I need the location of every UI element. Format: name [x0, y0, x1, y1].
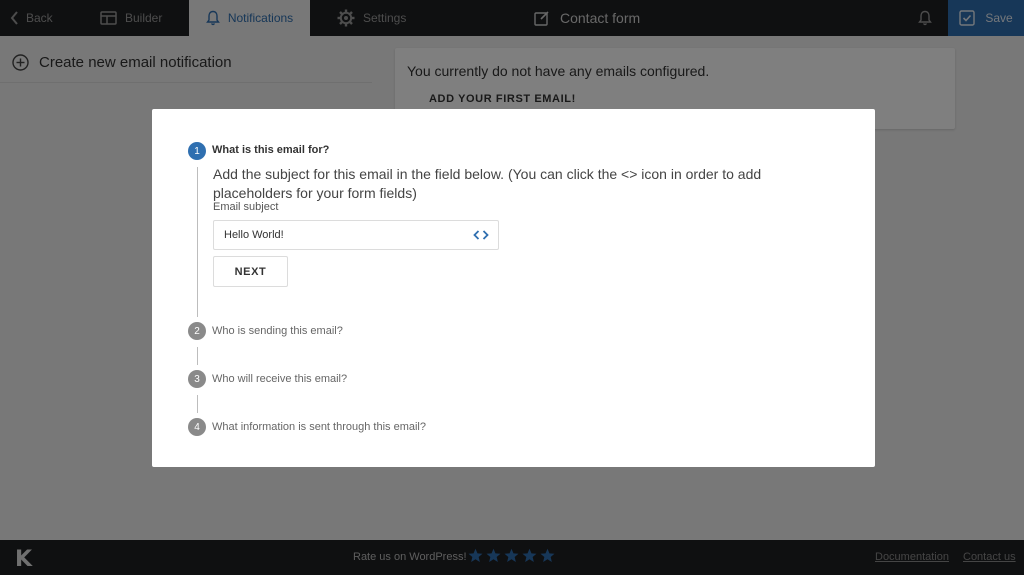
step-3-title[interactable]: Who will receive this email? [212, 373, 347, 385]
step-connector [197, 395, 198, 413]
step-2-title[interactable]: Who is sending this email? [212, 325, 343, 337]
email-subject-label: Email subject [213, 201, 279, 213]
step-connector [197, 347, 198, 365]
code-placeholder-icon[interactable] [473, 228, 489, 242]
next-button[interactable]: NEXT [213, 256, 288, 287]
step-1-title[interactable]: What is this email for? [212, 144, 329, 156]
step-4-number: 4 [188, 418, 206, 436]
email-setup-modal: 1 What is this email for? Add the subjec… [152, 109, 875, 467]
email-subject-input[interactable]: Hello World! [213, 220, 499, 250]
step-1-number: 1 [188, 142, 206, 160]
step-4-title[interactable]: What information is sent through this em… [212, 421, 426, 433]
step-3-number: 3 [188, 370, 206, 388]
email-subject-value: Hello World! [224, 229, 284, 241]
step-description: Add the subject for this email in the fi… [213, 166, 762, 201]
step-2-number: 2 [188, 322, 206, 340]
step-connector [197, 167, 198, 317]
